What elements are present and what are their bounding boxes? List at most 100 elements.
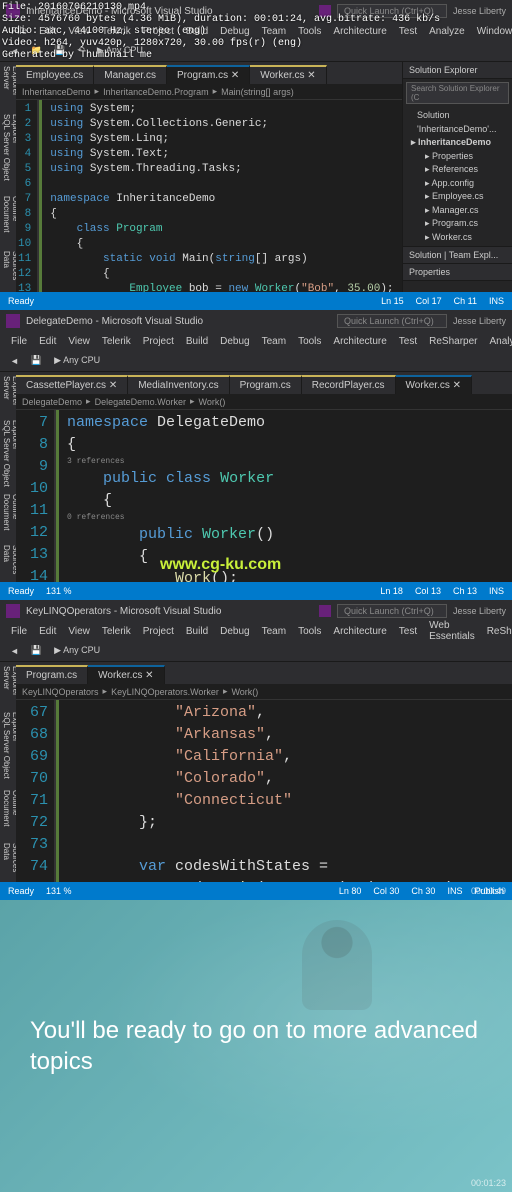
side-tab[interactable]: Document Outline — [2, 790, 14, 837]
menu-view[interactable]: View — [63, 625, 95, 638]
editor-tab[interactable]: Worker.cs ✕ — [88, 665, 164, 684]
side-tab[interactable]: SQL Server Object Explorer — [2, 420, 14, 488]
side-tab[interactable]: SQL Server Object Explorer — [2, 712, 14, 784]
side-tab[interactable]: Server Explorer — [2, 666, 14, 706]
menu-architecture[interactable]: Architecture — [328, 625, 391, 638]
video-timestamp: 00:00:49 — [471, 886, 506, 896]
code-editor[interactable]: 6768697071727374757677787980 "Arizona", … — [16, 700, 512, 882]
menu-telerik[interactable]: Telerik — [97, 335, 136, 348]
side-tab[interactable]: SQL Server Object Explorer — [2, 114, 14, 190]
breadcrumb[interactable]: InheritanceDemo▸ InheritanceDemo.Program… — [16, 84, 402, 100]
menu-project[interactable]: Project — [138, 335, 179, 348]
editor-tab[interactable]: CassettePlayer.cs ✕ — [16, 375, 128, 394]
solution-item[interactable]: ▸ Employee.cs — [407, 190, 508, 204]
editor-tab[interactable]: Manager.cs — [94, 65, 167, 84]
solution-item[interactable]: ▸ App.config — [407, 177, 508, 191]
editor-tab[interactable]: Program.cs ✕ — [167, 65, 250, 84]
vs-logo-icon — [6, 314, 20, 328]
solution-item[interactable]: ▸ References — [407, 163, 508, 177]
toolbar: ◄ 💾 ▶ Any CPU — [0, 640, 512, 662]
solution-tree[interactable]: Solution 'InheritanceDemo'... ▸ Inherita… — [403, 107, 512, 246]
side-tab[interactable]: Server Explorer — [2, 66, 14, 108]
editor-tab[interactable]: Employee.cs — [16, 65, 94, 84]
statusbar: Ready131 % Ln 18 Col 13 Ch 13 INS — [0, 582, 512, 600]
menu-team[interactable]: Team — [257, 335, 291, 348]
solution-explorer-header: Solution Explorer — [403, 62, 512, 79]
breadcrumb[interactable]: KeyLINQOperators▸ KeyLINQOperators.Worke… — [16, 684, 512, 700]
titlebar: DelegateDemo - Microsoft Visual Studio Q… — [0, 310, 512, 332]
menubar: FileEditViewTelerikProjectBuildDebugTeam… — [0, 332, 512, 350]
menu-debug[interactable]: Debug — [215, 625, 254, 638]
editor-tab[interactable]: Worker.cs ✕ — [250, 65, 326, 84]
editor-tab[interactable]: Program.cs — [16, 665, 88, 684]
menu-architecture[interactable]: Architecture — [328, 335, 391, 348]
menu-team[interactable]: Team — [257, 625, 291, 638]
solution-item[interactable]: ▸ Manager.cs — [407, 204, 508, 218]
menu-tools[interactable]: Tools — [293, 625, 326, 638]
menu-test[interactable]: Test — [394, 625, 422, 638]
start-debug-button[interactable]: ▶ Any CPU — [50, 353, 104, 368]
side-tab[interactable]: Document Outline — [2, 494, 14, 538]
menu-resharper[interactable]: ReSharper — [482, 625, 512, 638]
menu-web essentials[interactable]: Web Essentials — [424, 619, 480, 643]
menu-test[interactable]: Test — [394, 335, 422, 348]
editor-tabs: Program.csWorker.cs ✕ — [16, 662, 512, 684]
properties-header: Properties — [403, 264, 512, 281]
ffprobe-overlay: File: 20160706210130.mp4 Size: 4576760 b… — [0, 0, 442, 64]
save-icon[interactable]: 💾 — [27, 643, 46, 658]
solution-item[interactable]: ▸ Worker.cs — [407, 231, 508, 245]
watermark: www.cg-ku.com — [160, 556, 281, 574]
solution-explorer: Solution Explorer Search Solution Explor… — [402, 62, 512, 292]
solution-item[interactable]: ▸ Program.cs — [407, 217, 508, 231]
menu-analyze[interactable]: Analyze — [484, 335, 512, 348]
person-photo — [302, 920, 372, 1010]
side-tab[interactable]: Data Sources — [2, 545, 14, 578]
left-tool-gutter[interactable]: Server Explorer SQL Server Object Explore… — [0, 62, 16, 292]
panel-tabs[interactable]: Solution | Team Expl... — [403, 247, 512, 264]
solution-search-input[interactable]: Search Solution Explorer (C — [406, 82, 509, 104]
menu-debug[interactable]: Debug — [215, 335, 254, 348]
window-title: KeyLINQOperators - Microsoft Visual Stud… — [26, 606, 221, 617]
menu-view[interactable]: View — [63, 335, 95, 348]
solution-item[interactable]: ▸ Properties — [407, 150, 508, 164]
menu-build[interactable]: Build — [181, 335, 213, 348]
menu-build[interactable]: Build — [181, 625, 213, 638]
vs-window-3: KeyLINQOperators - Microsoft Visual Stud… — [0, 600, 512, 900]
side-tab[interactable]: Server Explorer — [2, 376, 14, 414]
editor-tab[interactable]: RecordPlayer.cs — [302, 375, 396, 394]
editor-tabs: CassettePlayer.cs ✕MediaInventory.csProg… — [16, 372, 512, 394]
user-label: Jesse Liberty — [453, 316, 506, 326]
menu-resharper[interactable]: ReSharper — [424, 335, 482, 348]
editor-tab[interactable]: Program.cs — [230, 375, 302, 394]
window-title: DelegateDemo - Microsoft Visual Studio — [26, 316, 203, 327]
statusbar: Ready131 % Ln 80 Col 30 Ch 30 INS Publis… — [0, 882, 512, 900]
toolbar: ◄ 💾 ▶ Any CPU — [0, 350, 512, 372]
left-tool-gutter[interactable]: Server Explorer SQL Server Object Explore… — [0, 662, 16, 882]
side-tab[interactable]: Document Outline — [2, 196, 14, 245]
side-tab[interactable]: Data Sources — [2, 843, 14, 878]
menubar: FileEditViewTelerikProjectBuildDebugTeam… — [0, 622, 512, 640]
menu-file[interactable]: File — [6, 335, 32, 348]
left-tool-gutter[interactable]: Server Explorer SQL Server Object Explore… — [0, 372, 16, 582]
menu-edit[interactable]: Edit — [34, 625, 61, 638]
menu-project[interactable]: Project — [138, 625, 179, 638]
start-debug-button[interactable]: ▶ Any CPU — [50, 643, 104, 658]
menu-tools[interactable]: Tools — [293, 335, 326, 348]
save-icon[interactable]: 💾 — [27, 353, 46, 368]
user-label: Jesse Liberty — [453, 606, 506, 616]
nav-back-icon[interactable]: ◄ — [6, 644, 23, 658]
quick-launch-input[interactable]: Quick Launch (Ctrl+Q) — [337, 314, 447, 328]
menu-edit[interactable]: Edit — [34, 335, 61, 348]
side-tab[interactable]: Data Sources — [2, 251, 14, 288]
nav-back-icon[interactable]: ◄ — [6, 354, 23, 368]
quick-launch-input[interactable]: Quick Launch (Ctrl+Q) — [337, 604, 447, 618]
menu-file[interactable]: File — [6, 625, 32, 638]
user-label: Jesse Liberty — [453, 6, 506, 16]
breadcrumb[interactable]: DelegateDemo▸ DelegateDemo.Worker▸ Work(… — [16, 394, 512, 410]
notification-icon[interactable] — [319, 605, 331, 617]
editor-tab[interactable]: Worker.cs ✕ — [396, 375, 472, 394]
editor-tab[interactable]: MediaInventory.cs — [128, 375, 229, 394]
menu-telerik[interactable]: Telerik — [97, 625, 136, 638]
menu-window[interactable]: Window — [472, 25, 512, 38]
code-editor[interactable]: 123456789101112131415161718 using System… — [16, 100, 402, 292]
